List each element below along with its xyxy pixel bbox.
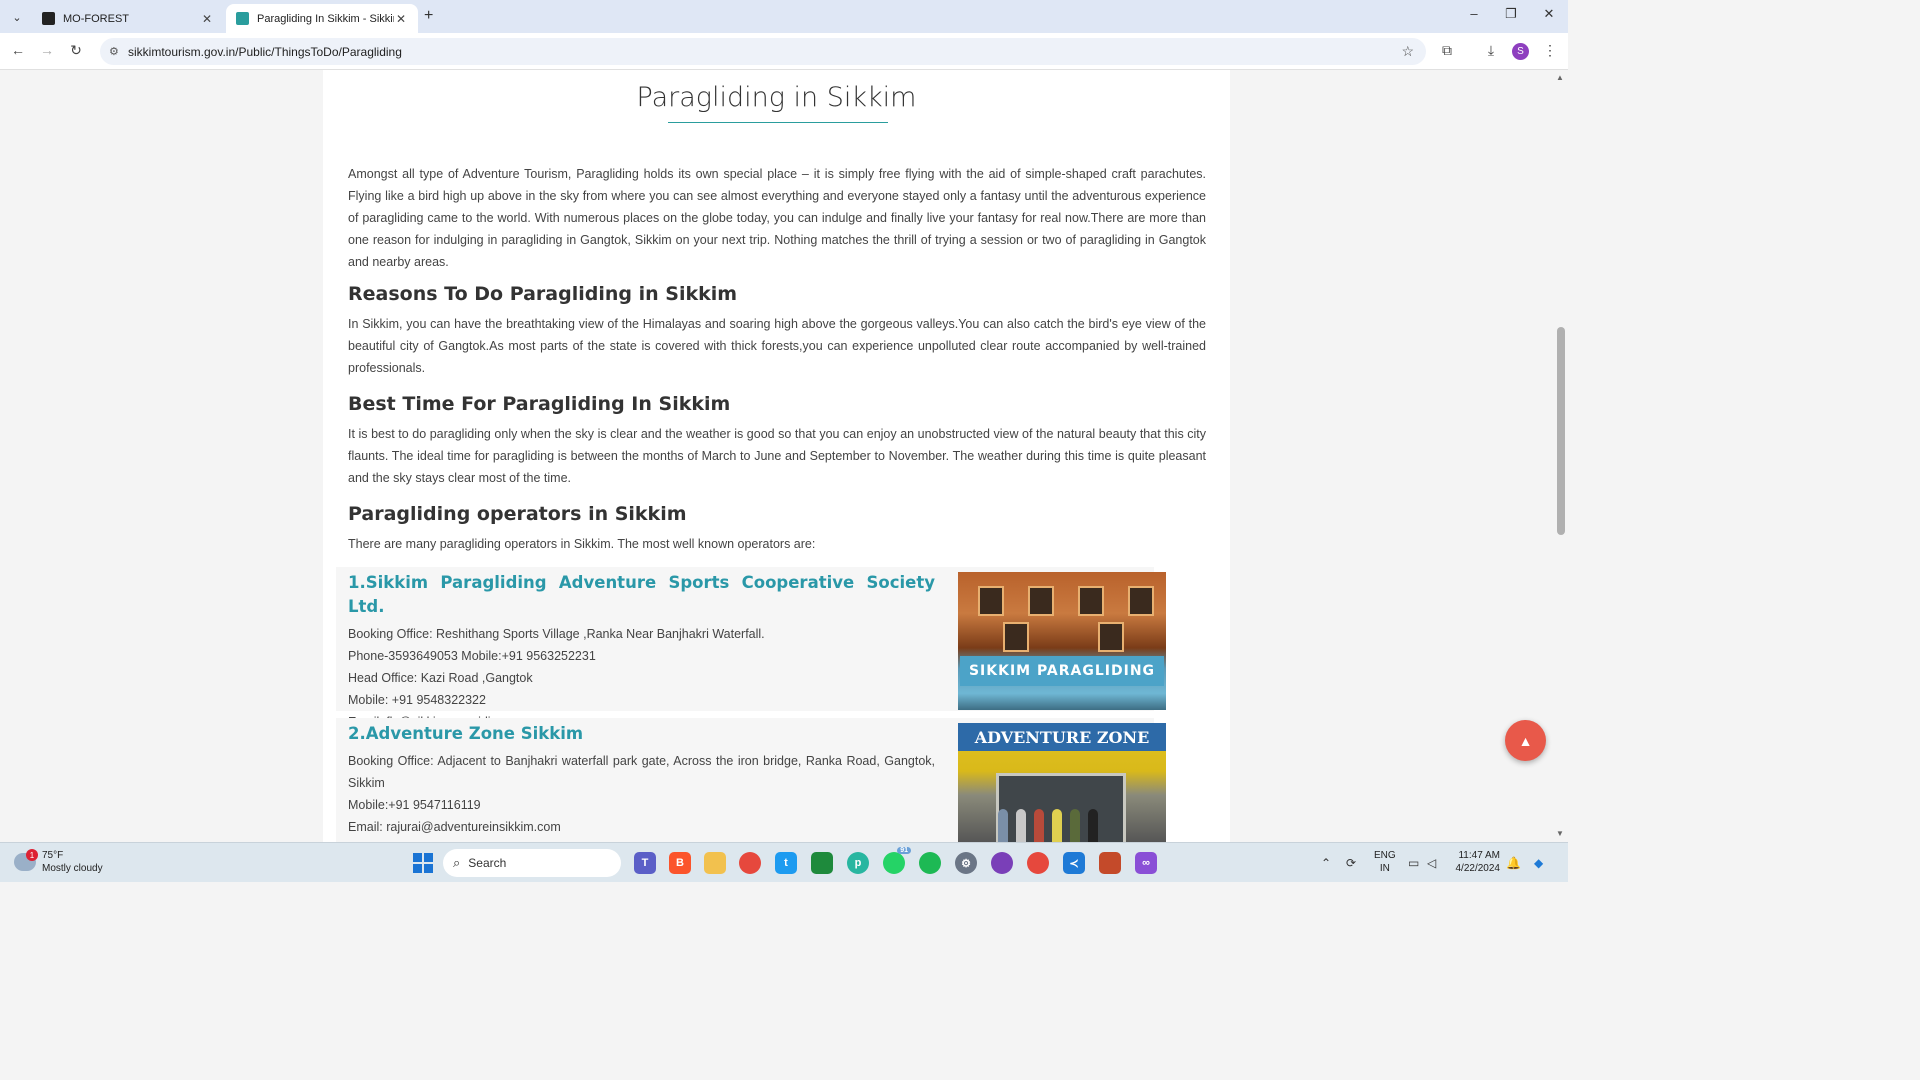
page-title: Paragliding in Sikkim xyxy=(636,82,917,113)
brave-icon[interactable]: B xyxy=(669,852,691,874)
operator-card: 2.Adventure Zone Sikkim Booking Office: … xyxy=(336,718,1166,842)
bookmark-star-icon[interactable]: ☆ xyxy=(1401,43,1414,60)
tab-title: Paragliding In Sikkim - Sikkim xyxy=(257,12,394,25)
url-text: sikkimtourism.gov.in/Public/ThingsToDo/P… xyxy=(128,44,402,59)
photo-sign-text: ADVENTURE ZONE xyxy=(958,723,1166,751)
tray-overflow-chevron-icon[interactable]: ⌃ xyxy=(1321,856,1331,870)
operator-line: Booking Office: Reshithang Sports Villag… xyxy=(348,627,765,641)
search-icon: ⌕ xyxy=(453,855,461,870)
reasons-paragraph: In Sikkim, you can have the breathtaking… xyxy=(348,317,1206,375)
scrollbar-thumb[interactable] xyxy=(1557,327,1565,535)
content-card: Paragliding in Sikkim Amongst all type o… xyxy=(323,70,1230,842)
tab-paragliding[interactable]: Paragliding In Sikkim - Sikkim ✕ xyxy=(226,4,418,33)
taskbar-search[interactable]: ⌕ Search xyxy=(443,849,621,877)
operator-photo: SIKKIM PARAGLIDING xyxy=(958,572,1166,710)
operator-name[interactable]: 1.Sikkim Paragliding Adventure Sports Co… xyxy=(348,571,935,619)
reasons-heading: Reasons To Do Paragliding in Sikkim xyxy=(348,283,738,305)
browser-toolbar: ← → ↻ ⚙ sikkimtourism.gov.in/Public/Thin… xyxy=(0,33,1568,70)
intro-paragraph: Amongst all type of Adventure Tourism, P… xyxy=(348,167,1206,269)
tab-search-chevron-icon[interactable]: ⌄ xyxy=(6,6,28,28)
angular-favicon-icon xyxy=(42,12,55,25)
extensions-icon[interactable]: ⧉ xyxy=(1437,42,1457,59)
caret-up-icon: ▲ xyxy=(1518,732,1533,749)
language-indicator[interactable]: ENG IN xyxy=(1374,849,1396,875)
operator-name[interactable]: 2.Adventure Zone Sikkim xyxy=(348,722,935,746)
article-body: Amongst all type of Adventure Tourism, P… xyxy=(348,163,1206,555)
operator-card: 1.Sikkim Paragliding Adventure Sports Co… xyxy=(336,567,1166,729)
weather-temp: 75°F xyxy=(42,850,64,861)
scroll-up-arrow-icon[interactable]: ▲ xyxy=(1556,73,1564,82)
window-close-icon[interactable]: ✕ xyxy=(1539,6,1559,22)
operator-line: Head Office: Kazi Road ,Gangtok xyxy=(348,671,533,685)
weather-badge: 1 xyxy=(26,849,38,861)
title-underline xyxy=(668,122,888,123)
download-icon[interactable]: ⤓ xyxy=(1481,42,1501,59)
sync-icon[interactable]: ⟳ xyxy=(1346,856,1356,870)
new-tab-plus-icon[interactable]: + xyxy=(424,7,433,25)
sikkim-favicon-icon xyxy=(236,12,249,25)
back-to-top-button[interactable]: ▲ xyxy=(1505,720,1546,761)
clock-time: 11:47 AM xyxy=(1458,850,1500,861)
operator-line: Mobile: +91 9548322322 xyxy=(348,693,486,707)
tab-strip: ⌄ MO-FOREST ✕ Paragliding In Sikkim - Si… xyxy=(0,0,1568,33)
operator-photo: ADVENTURE ZONE xyxy=(958,723,1166,842)
clock-date: 4/22/2024 xyxy=(1455,863,1501,874)
operators-heading: Paragliding operators in Sikkim xyxy=(348,503,687,525)
weather-widget[interactable]: 1 75°F Mostly cloudy xyxy=(14,849,103,875)
chrome-profile-icon[interactable] xyxy=(1027,852,1049,874)
address-bar[interactable]: ⚙ sikkimtourism.gov.in/Public/ThingsToDo… xyxy=(100,38,1426,65)
file-explorer-icon[interactable] xyxy=(704,852,726,874)
twitter-icon[interactable]: t xyxy=(775,852,797,874)
language-code: ENG xyxy=(1374,850,1396,861)
forward-arrow-icon[interactable]: → xyxy=(37,42,57,58)
excel-like-icon[interactable] xyxy=(811,852,833,874)
tab-title: MO-FOREST xyxy=(63,12,129,25)
podcast-icon[interactable] xyxy=(991,852,1013,874)
close-tab-icon[interactable]: ✕ xyxy=(200,12,214,26)
restore-icon[interactable]: ❐ xyxy=(1501,6,1521,22)
reload-icon[interactable]: ↻ xyxy=(66,42,86,59)
page-scrollbar[interactable]: ▲ ▼ xyxy=(1553,70,1568,842)
weather-desc: Mostly cloudy xyxy=(42,863,103,874)
best-time-paragraph: It is best to do paragliding only when t… xyxy=(348,427,1206,485)
whatsapp-icon[interactable]: 91 xyxy=(883,847,911,874)
region-code: IN xyxy=(1379,863,1390,874)
volume-icon[interactable]: ◁ xyxy=(1427,856,1436,870)
operator-line: Phone-3593649053 Mobile:+91 9563252231 xyxy=(348,649,596,663)
photo-sign-text: SIKKIM PARAGLIDING xyxy=(960,656,1164,686)
menu-kebab-icon[interactable]: ⋮ xyxy=(1540,42,1560,59)
search-placeholder: Search xyxy=(468,856,507,870)
close-tab-icon[interactable]: ✕ xyxy=(394,12,408,26)
best-time-heading: Best Time For Paragliding In Sikkim xyxy=(348,393,731,415)
site-info-icon[interactable]: ⚙ xyxy=(109,45,119,58)
chrome-icon[interactable] xyxy=(739,852,761,874)
copilot-icon[interactable]: ◆ xyxy=(1534,856,1543,870)
profile-avatar[interactable]: S xyxy=(1512,43,1529,60)
minimize-icon[interactable]: – xyxy=(1464,6,1484,21)
winrar-icon[interactable] xyxy=(1099,852,1121,874)
windows-taskbar: 1 75°F Mostly cloudy ⌕ Search T B t p 91… xyxy=(0,842,1568,882)
page-viewport: Paragliding in Sikkim Amongst all type o… xyxy=(0,70,1568,842)
vscode-icon[interactable]: ≺ xyxy=(1063,852,1085,874)
windows-start-icon[interactable] xyxy=(413,853,433,873)
back-arrow-icon[interactable]: ← xyxy=(8,42,28,58)
whatsapp-badge: 91 xyxy=(897,847,911,854)
tab-mo-forest[interactable]: MO-FOREST ✕ xyxy=(32,4,224,33)
operator-line: Mobile:+91 9547116119 xyxy=(348,798,481,812)
notification-bell-icon[interactable]: 🔔 xyxy=(1506,856,1521,870)
spotify-icon[interactable] xyxy=(919,852,941,874)
network-icon[interactable]: ▭ xyxy=(1408,856,1419,870)
app-icon[interactable]: p xyxy=(847,852,869,874)
operators-intro: There are many paragliding operators in … xyxy=(348,537,816,551)
visual-studio-icon[interactable]: ∞ xyxy=(1135,852,1157,874)
clock[interactable]: 11:47 AM 4/22/2024 xyxy=(1452,849,1501,875)
settings-gear-icon[interactable]: ⚙ xyxy=(955,852,977,874)
operator-line: Booking Office: Adjacent to Banjhakri wa… xyxy=(348,754,935,790)
scroll-down-arrow-icon[interactable]: ▼ xyxy=(1556,829,1564,838)
teams-icon[interactable]: T xyxy=(634,852,656,874)
cloud-icon: 1 xyxy=(14,849,38,871)
operator-line: Email: rajurai@adventureinsikkim.com xyxy=(348,820,561,834)
